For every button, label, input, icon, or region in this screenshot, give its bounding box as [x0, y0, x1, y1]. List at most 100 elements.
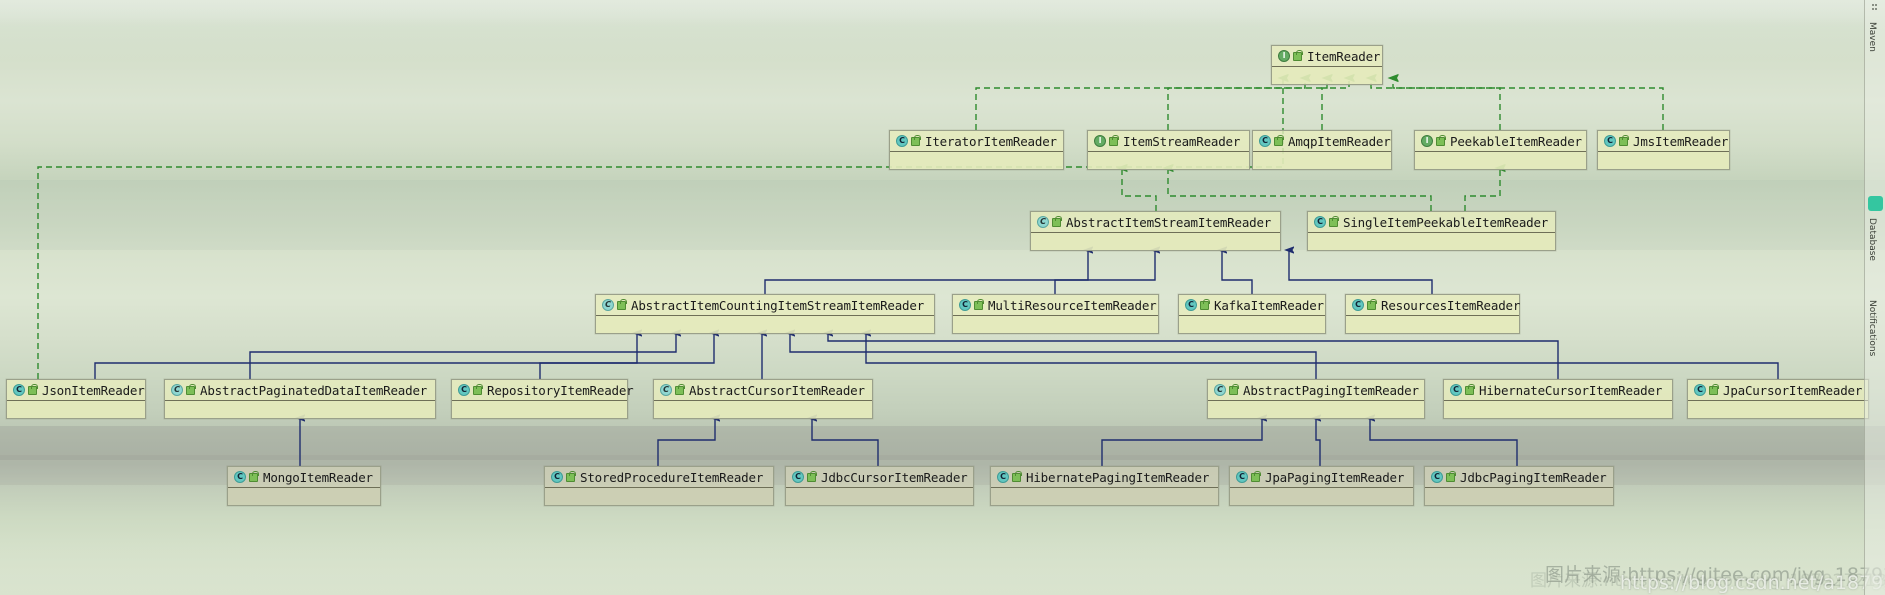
background-haze-sky	[0, 0, 1885, 60]
uml-class-members	[1444, 401, 1672, 418]
class-icon: C	[997, 471, 1009, 483]
uml-class-box-JpaPagingItemReader[interactable]: C JpaPagingItemReader	[1229, 466, 1414, 506]
uml-class-box-AbstractPaginatedDataItemReader[interactable]: C AbstractPaginatedDataItemReader	[164, 379, 436, 419]
uml-class-title: C AbstractCursorItemReader	[654, 380, 872, 401]
public-lock-icon	[1329, 215, 1339, 227]
uml-class-members	[1179, 316, 1325, 333]
public-lock-icon	[1274, 134, 1284, 146]
uml-class-name: PeekableItemReader	[1450, 133, 1582, 149]
uml-class-title: C StoredProcedureItemReader	[545, 467, 773, 488]
uml-class-members	[165, 401, 435, 418]
uml-class-title: C MultiResourceItemReader	[953, 295, 1158, 316]
uml-class-box-AmqpItemReader[interactable]: C AmqpItemReader	[1252, 130, 1392, 170]
uml-class-title: I PeekableItemReader	[1415, 131, 1586, 152]
uml-class-name: AmqpItemReader	[1288, 133, 1391, 149]
uml-class-name: JpaCursorItemReader	[1723, 382, 1863, 398]
uml-class-box-SingleItemPeekableItemReader[interactable]: C SingleItemPeekableItemReader	[1307, 211, 1556, 251]
class-icon: C	[792, 471, 804, 483]
drag-handle-dots-icon[interactable]	[1872, 4, 1877, 13]
uml-class-title: C IteratorItemReader	[890, 131, 1063, 152]
uml-class-title: C HibernatePagingItemReader	[991, 467, 1218, 488]
public-lock-icon	[1229, 383, 1239, 395]
uml-class-box-AbstractItemStreamItemReader[interactable]: C AbstractItemStreamItemReader	[1030, 211, 1281, 251]
uml-class-box-JsonItemReader[interactable]: C JsonItemReader	[6, 379, 146, 419]
class-icon: C	[1604, 135, 1616, 147]
uml-class-box-MongoItemReader[interactable]: C MongoItemReader	[227, 466, 381, 506]
public-lock-icon	[1109, 134, 1119, 146]
public-lock-icon	[617, 298, 627, 310]
public-lock-icon	[807, 470, 817, 482]
uml-class-box-KafkaItemReader[interactable]: C KafkaItemReader	[1178, 294, 1326, 334]
uml-class-members	[1346, 316, 1519, 333]
public-lock-icon	[1709, 383, 1719, 395]
uml-class-members	[545, 488, 773, 505]
uml-class-box-MultiResourceItemReader[interactable]: C MultiResourceItemReader	[952, 294, 1159, 334]
uml-class-box-AbstractItemCountingItemStreamItemReader[interactable]: C AbstractItemCountingItemStreamItemReade…	[595, 294, 935, 334]
uml-class-members	[228, 488, 380, 505]
abstract-class-icon: C	[660, 384, 672, 396]
class-icon: C	[1259, 135, 1271, 147]
abstract-class-icon: C	[1037, 216, 1049, 228]
class-icon: C	[458, 384, 470, 396]
public-lock-icon	[473, 383, 483, 395]
uml-class-members	[1415, 152, 1586, 169]
uml-class-name: AbstractPaginatedDataItemReader	[200, 382, 428, 398]
uml-class-name: ItemReader	[1307, 48, 1381, 64]
uml-class-members	[1688, 401, 1868, 418]
uml-class-members	[953, 316, 1158, 333]
tool-stripe-badge-icon[interactable]	[1868, 196, 1883, 211]
class-icon: C	[551, 471, 563, 483]
ide-tool-window-stripe: Maven Database Notifications	[1864, 0, 1885, 595]
public-lock-icon	[974, 298, 984, 310]
uml-class-members	[1088, 152, 1249, 169]
uml-class-box-JdbcPagingItemReader[interactable]: C JdbcPagingItemReader	[1424, 466, 1614, 506]
uml-class-name: JdbcCursorItemReader	[821, 469, 968, 485]
interface-icon: I	[1421, 135, 1433, 147]
abstract-class-icon: C	[171, 384, 183, 396]
class-icon: C	[1694, 384, 1706, 396]
uml-class-box-RepositoryItemReader[interactable]: C RepositoryItemReader	[451, 379, 634, 419]
uml-class-box-JdbcCursorItemReader[interactable]: C JdbcCursorItemReader	[785, 466, 974, 506]
uml-class-name: AbstractItemStreamItemReader	[1066, 214, 1272, 230]
tool-stripe-item-maven[interactable]: Maven	[1867, 22, 1877, 52]
background-haze-top-edge	[0, 0, 1885, 26]
public-lock-icon	[1251, 470, 1261, 482]
uml-class-title: C AbstractItemStreamItemReader	[1031, 212, 1280, 233]
uml-class-box-HibernatePagingItemReader[interactable]: C HibernatePagingItemReader	[990, 466, 1219, 506]
tool-stripe-item-database[interactable]: Database	[1867, 218, 1877, 261]
uml-class-box-JpaCursorItemReader[interactable]: C JpaCursorItemReader	[1687, 379, 1869, 419]
uml-class-box-ResourcesItemReader[interactable]: C ResourcesItemReader	[1345, 294, 1520, 334]
uml-class-title: C AbstractPaginatedDataItemReader	[165, 380, 435, 401]
uml-class-box-AbstractCursorItemReader[interactable]: C AbstractCursorItemReader	[653, 379, 873, 419]
uml-class-title: C JdbcCursorItemReader	[786, 467, 973, 488]
uml-class-title: C HibernateCursorItemReader	[1444, 380, 1672, 401]
uml-class-box-AbstractPagingItemReader[interactable]: C AbstractPagingItemReader	[1207, 379, 1425, 419]
uml-class-box-StoredProcedureItemReader[interactable]: C StoredProcedureItemReader	[544, 466, 774, 506]
uml-class-name: KafkaItemReader	[1214, 297, 1324, 313]
uml-class-name: JdbcPagingItemReader	[1460, 469, 1607, 485]
uml-class-members	[1031, 233, 1280, 250]
uml-class-title: C AbstractItemCountingItemStreamItemReade…	[596, 295, 934, 316]
uml-class-name: HibernatePagingItemReader	[1026, 469, 1210, 485]
uml-class-box-PeekableItemReader[interactable]: I PeekableItemReader	[1414, 130, 1587, 170]
inheritance-edges	[94, 250, 1779, 466]
uml-class-name: JmsItemReader	[1633, 133, 1729, 149]
uml-class-name: SingleItemPeekableItemReader	[1343, 214, 1549, 230]
uml-class-box-IteratorItemReader[interactable]: C IteratorItemReader	[889, 130, 1064, 170]
uml-class-box-JmsItemReader[interactable]: C JmsItemReader	[1597, 130, 1730, 170]
uml-class-box-ItemReader[interactable]: I ItemReader	[1271, 45, 1383, 85]
uml-class-box-ItemStreamReader[interactable]: I ItemStreamReader	[1087, 130, 1250, 170]
tool-stripe-item-notifications[interactable]: Notifications	[1867, 300, 1877, 356]
uml-class-name: AbstractItemCountingItemStreamItemReader	[631, 297, 925, 313]
uml-class-members	[1272, 67, 1382, 84]
uml-class-box-HibernateCursorItemReader[interactable]: C HibernateCursorItemReader	[1443, 379, 1673, 419]
class-icon: C	[1185, 299, 1197, 311]
uml-class-members	[1308, 233, 1555, 250]
uml-class-title: C SingleItemPeekableItemReader	[1308, 212, 1555, 233]
public-lock-icon	[1367, 298, 1377, 310]
public-lock-icon	[28, 383, 38, 395]
uml-class-title: C JpaPagingItemReader	[1230, 467, 1413, 488]
uml-class-members	[7, 401, 145, 418]
uml-class-members	[596, 316, 934, 333]
uml-class-name: AbstractCursorItemReader	[689, 382, 865, 398]
